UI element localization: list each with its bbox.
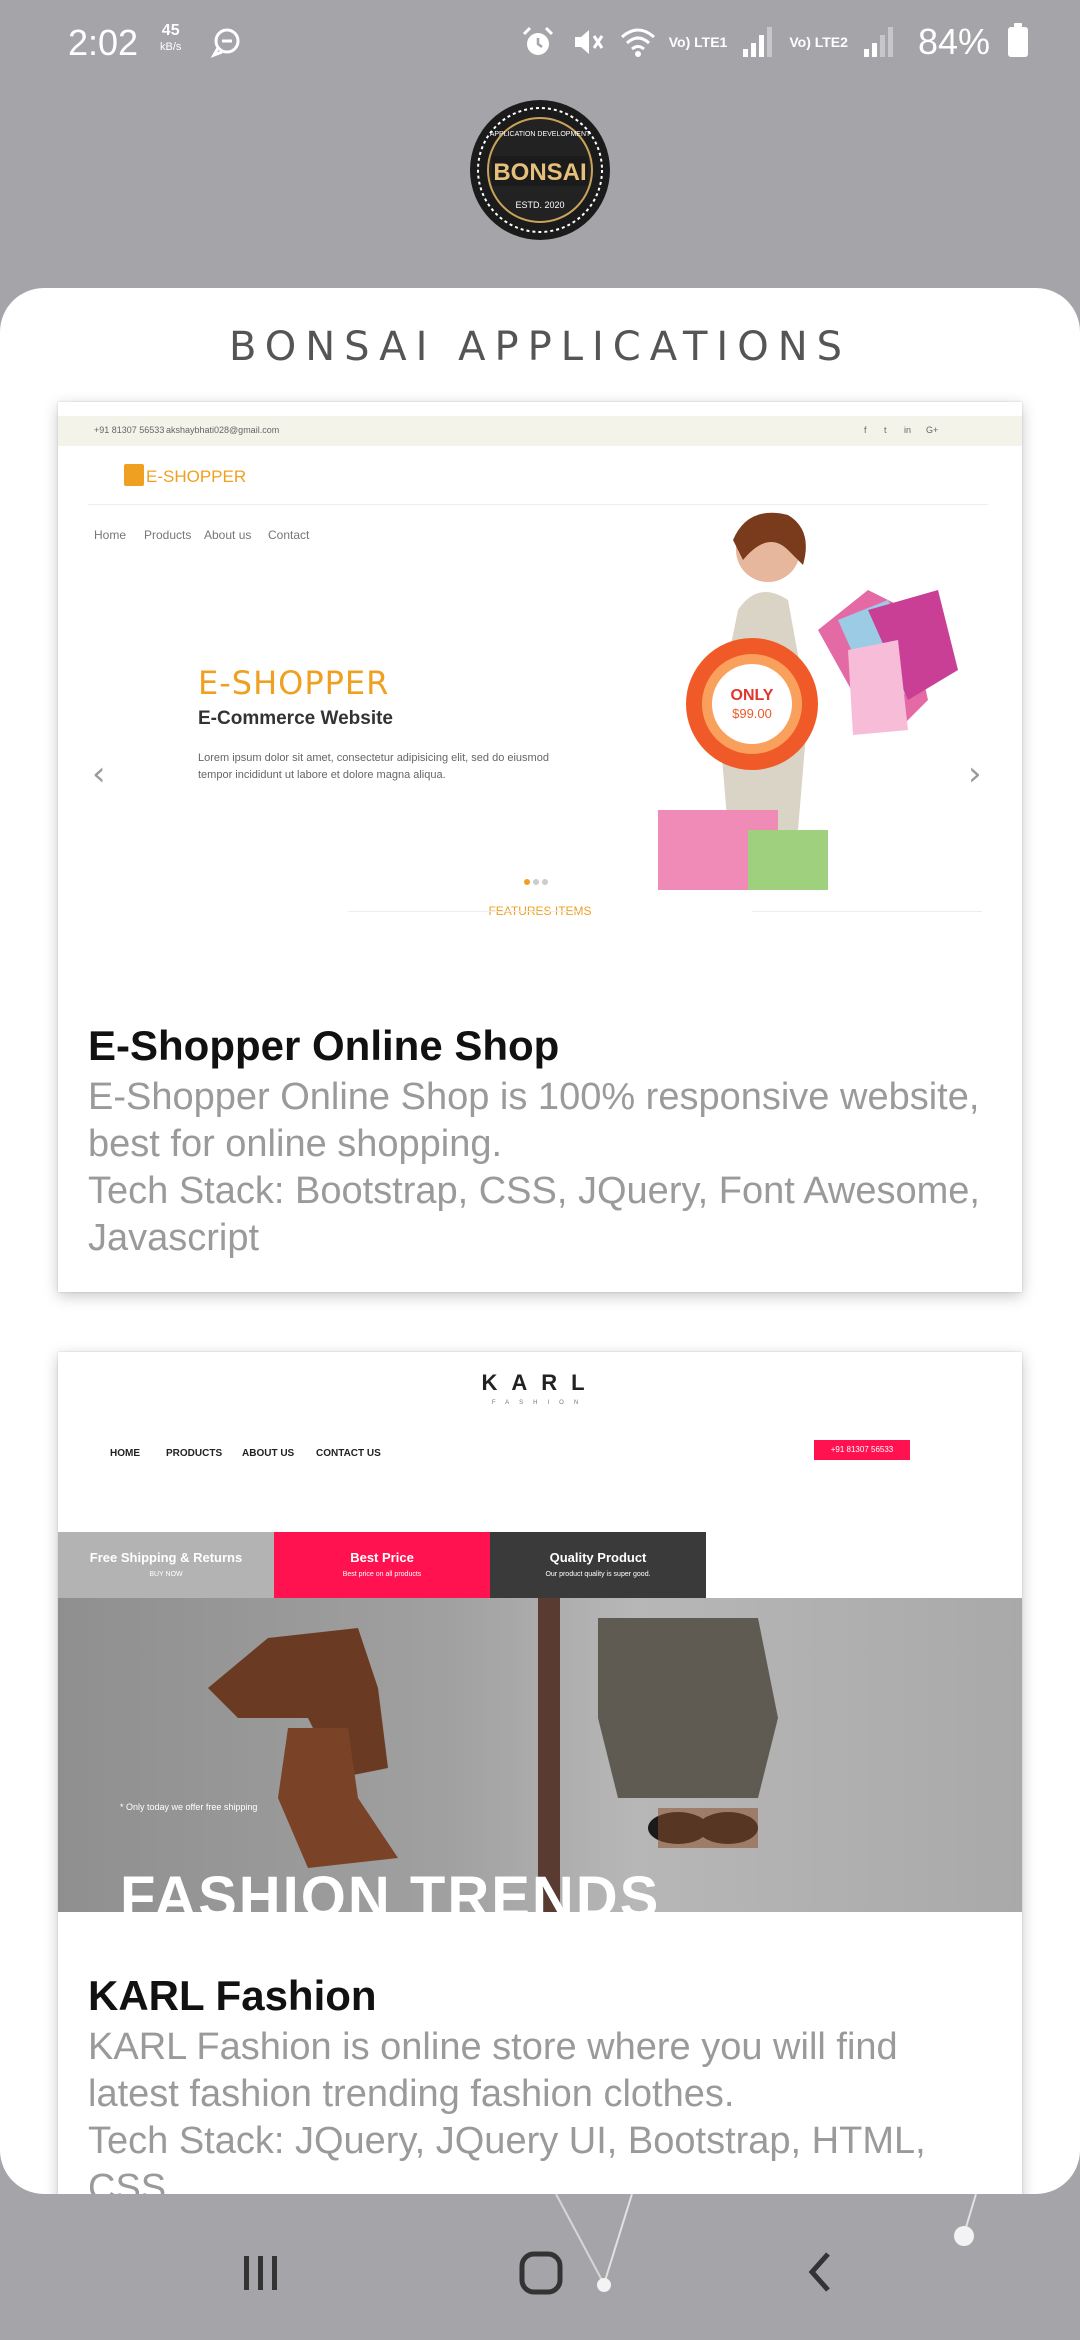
logo-estd: ESTD. 2020 bbox=[515, 200, 564, 210]
preview-nav-products: Products bbox=[144, 528, 192, 542]
preview-divider bbox=[88, 504, 988, 505]
badge-label: ONLY bbox=[731, 687, 774, 704]
preview-headline: FASHION TRENDS bbox=[120, 1865, 661, 1912]
preview-nav-contact: Contact bbox=[268, 528, 310, 542]
preview-strip-sub: BUY NOW bbox=[149, 1571, 183, 1578]
preview-strip-title: Free Shipping & Returns bbox=[89, 1550, 243, 1565]
preview-hero-text: Lorem ipsum dolor sit amet, consectetur … bbox=[198, 752, 549, 781]
preview-social-google: G+ bbox=[926, 425, 939, 435]
network-speed-unit: kB/s bbox=[160, 41, 182, 53]
signal-icon bbox=[743, 27, 773, 57]
app-tech-stack: Tech Stack: JQuery, JQuery UI, Bootstrap… bbox=[88, 2120, 926, 2194]
home-icon[interactable] bbox=[500, 2232, 580, 2312]
preview-nav-contact: CONTACT US bbox=[316, 1448, 381, 1459]
signal-icon bbox=[863, 27, 893, 57]
status-time: 2:02 bbox=[68, 22, 139, 63]
preview-strip-quality: Quality Product Our product quality is s… bbox=[490, 1532, 706, 1598]
preview-strip-title: Quality Product bbox=[549, 1550, 647, 1565]
app-tech-stack: Tech Stack: Bootstrap, CSS, JQuery, Font… bbox=[88, 1170, 980, 1259]
applications-panel[interactable]: BONSAI APPLICATIONS +91 81307 56533 aksh… bbox=[0, 288, 1080, 2194]
app-title: KARL Fashion bbox=[88, 1972, 377, 2019]
preview-hero-title: E-SHOPPER bbox=[198, 664, 390, 702]
chevron-left-icon: ‹ bbox=[92, 754, 106, 794]
message-icon bbox=[210, 28, 240, 58]
preview-nav-about: ABOUT US bbox=[242, 1448, 295, 1459]
bonsai-logo: BONSAI APPLICATION DEVELOPMENT ESTD. 202… bbox=[470, 100, 610, 240]
preview-nav-home: Home bbox=[94, 528, 127, 542]
preview-email: akshaybhati028@gmail.com bbox=[166, 425, 280, 435]
alarm-icon bbox=[522, 26, 553, 55]
app-description-text: E-Shopper Online Shop is 100% responsive… bbox=[88, 1076, 980, 1165]
price-badge: ONLY $99.00 bbox=[686, 638, 818, 770]
preview-topbar: +91 81307 56533 akshaybhati028@gmail.com… bbox=[58, 416, 1022, 446]
preview-logo: E-SHOPPER bbox=[124, 464, 246, 487]
preview-features-label: FEATURES ITEMS bbox=[58, 904, 1022, 918]
preview-social-facebook: f bbox=[864, 425, 867, 435]
mute-icon bbox=[574, 30, 603, 54]
preview-social-twitter: t bbox=[884, 425, 887, 435]
preview-logo-text: E-SHOPPER bbox=[146, 467, 247, 486]
preview-offer-text: * Only today we offer free shipping bbox=[120, 1802, 258, 1812]
app-card-eshopper[interactable]: +91 81307 56533 akshaybhati028@gmail.com… bbox=[58, 402, 1022, 1292]
battery-percent: 84% bbox=[917, 21, 990, 62]
preview-logo-sub: FASHION bbox=[491, 1400, 589, 1406]
app-preview-image: +91 81307 56533 akshaybhati028@gmail.com… bbox=[58, 402, 1022, 972]
page-title: BONSAI APPLICATIONS bbox=[228, 324, 852, 370]
network-speed-value: 45 bbox=[161, 22, 180, 39]
app-description-text: KARL Fashion is online store where you w… bbox=[88, 2026, 898, 2115]
preview-strip-shipping: Free Shipping & Returns BUY NOW bbox=[58, 1532, 274, 1598]
battery-icon bbox=[1008, 23, 1028, 57]
preview-nav-home: HOME bbox=[110, 1448, 140, 1459]
network-speed: 45 kB/s bbox=[160, 22, 181, 56]
app-description: KARL Fashion is online store where you w… bbox=[88, 2024, 998, 2194]
preview-social-linkedin: in bbox=[904, 425, 912, 435]
recent-apps-icon[interactable] bbox=[220, 2232, 300, 2312]
app-title: E-Shopper Online Shop bbox=[88, 1022, 560, 1069]
system-nav-bar bbox=[0, 2194, 1080, 2340]
preview-nav-about: About us bbox=[204, 528, 252, 542]
logo-name: BONSAI bbox=[493, 159, 586, 186]
shopping-bag-icon bbox=[124, 464, 144, 486]
app-preview-image: KARL FASHION HOME PRODUCTS ABOUT US CONT… bbox=[58, 1352, 1022, 1912]
preview-hero-photo: * Only today we offer free shipping FASH… bbox=[58, 1598, 1022, 1912]
preview-phone: +91 81307 56533 bbox=[94, 425, 165, 435]
app-card-karl[interactable]: KARL FASHION HOME PRODUCTS ABOUT US CONT… bbox=[58, 1352, 1022, 2194]
preview-strip-sub: Our product quality is super good. bbox=[545, 1571, 651, 1578]
preview-strip-price: Best Price Best price on all products bbox=[274, 1532, 490, 1598]
badge-price: $99.00 bbox=[732, 706, 772, 721]
back-icon[interactable] bbox=[782, 2232, 862, 2312]
preview-strip-title: Best Price bbox=[350, 1550, 414, 1565]
carousel-dots bbox=[524, 872, 551, 890]
status-bar: 2:02 45 kB/s Vo) LTE1 Vo) LTE2 84% bbox=[0, 0, 1080, 86]
app-description: E-Shopper Online Shop is 100% responsive… bbox=[88, 1074, 998, 1262]
preview-phone-button: +91 81307 56533 bbox=[814, 1440, 910, 1460]
preview-logo: KARL bbox=[481, 1370, 599, 1395]
logo-arc-text: APPLICATION DEVELOPMENT bbox=[490, 131, 591, 138]
preview-strip-sub: Best price on all products bbox=[342, 1571, 422, 1578]
sim2-indicator: Vo) LTE2 bbox=[789, 33, 848, 50]
status-icons: Vo) LTE1 Vo) LTE2 84% bbox=[519, 18, 1028, 66]
preview-hero-subtitle: E-Commerce Website bbox=[198, 708, 393, 729]
wifi-icon bbox=[620, 28, 655, 57]
sim1-indicator: Vo) LTE1 bbox=[668, 33, 728, 50]
preview-nav-products: PRODUCTS bbox=[166, 1448, 223, 1459]
